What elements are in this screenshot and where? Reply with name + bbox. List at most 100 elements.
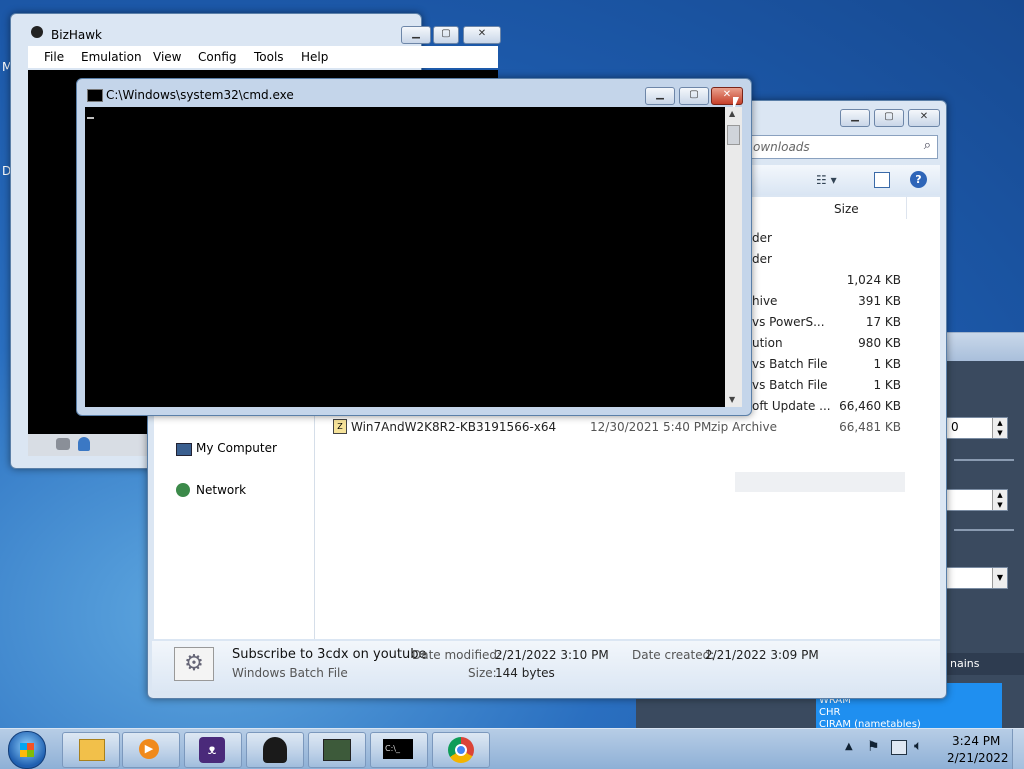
close-button[interactable]: ✕ — [908, 109, 940, 127]
taskbar-app-avatar[interactable] — [246, 732, 304, 768]
nav-my-computer[interactable]: My Computer — [196, 441, 277, 455]
windows-logo-icon — [20, 743, 34, 757]
file-size: 391 KB — [858, 294, 901, 308]
window-title: C:\Windows\system32\cmd.exe — [106, 88, 294, 102]
spin-up-down-icon[interactable]: ▲ ▼ — [992, 418, 1007, 438]
slider-track[interactable] — [954, 529, 1014, 531]
details-modified-value: 2/21/2022 3:10 PM — [495, 648, 609, 662]
controller-icon[interactable] — [56, 438, 70, 450]
file-size: 1 KB — [873, 357, 901, 371]
menu-help[interactable]: Help — [301, 50, 328, 64]
clock-date[interactable]: 2/21/2022 — [947, 751, 1009, 765]
file-size: 66,460 KB — [839, 399, 901, 413]
number-field-value: 0 — [951, 420, 959, 434]
minimize-button[interactable]: ▁ — [645, 87, 675, 105]
taskbar-app-purple[interactable]: ᴥ — [184, 732, 242, 768]
spin-up-down-icon[interactable]: ▲ ▼ — [992, 490, 1007, 510]
scroll-thumb[interactable] — [727, 125, 740, 145]
folder-icon — [79, 739, 105, 761]
preview-pane-icon[interactable] — [874, 172, 890, 188]
menu-emulation[interactable]: Emulation — [81, 50, 142, 64]
slider-track[interactable] — [954, 459, 1014, 461]
table-row[interactable]: Z Win7AndW2K8R2-KB3191566-x64 12/30/2021… — [329, 417, 909, 437]
action-center-flag-icon[interactable]: ⚑ — [867, 739, 880, 755]
file-size: 17 KB — [865, 315, 901, 329]
taskbar-bizhawk[interactable] — [308, 732, 366, 768]
domain-tab-label: nains — [950, 657, 980, 670]
window-title: BizHawk — [51, 28, 103, 42]
taskbar-cmd[interactable]: C:\_ — [370, 732, 428, 768]
details-size-label: Size: — [468, 666, 497, 680]
cmd-window: C:\Windows\system32\cmd.exe ▁ ▢ ✕ ▲ ▼ — [76, 78, 752, 416]
clock-time[interactable]: 3:24 PM — [952, 734, 1000, 748]
maximize-button[interactable]: ▢ — [874, 109, 904, 127]
taskbar-explorer[interactable] — [62, 732, 120, 768]
file-type: ution — [752, 336, 783, 350]
taskbar-chrome[interactable] — [432, 732, 490, 768]
column-header-size[interactable]: Size — [834, 202, 859, 216]
network-tray-icon[interactable] — [891, 740, 907, 755]
nav-network[interactable]: Network — [196, 483, 246, 497]
details-size-value: 144 bytes — [495, 666, 555, 680]
minimize-button[interactable]: ▁ — [401, 26, 431, 44]
file-size: 66,481 KB — [839, 420, 901, 434]
search-box[interactable]: ownloads ⌕ — [744, 135, 938, 159]
details-created-value: 2/21/2022 3:09 PM — [705, 648, 819, 662]
menu-file[interactable]: File — [44, 50, 64, 64]
file-type: zip Archive — [711, 420, 777, 434]
bizhawk-app-icon — [31, 26, 43, 38]
file-size: 980 KB — [858, 336, 901, 350]
console-output[interactable] — [85, 107, 725, 407]
close-button[interactable]: ✕ — [463, 26, 501, 44]
details-pane: ⚙ Subscribe to 3cdx on youtube Windows B… — [152, 641, 940, 691]
number-field[interactable]: ▲ ▼ — [946, 489, 1008, 511]
menu-tools[interactable]: Tools — [254, 50, 284, 64]
file-size: 1 KB — [873, 378, 901, 392]
scroll-up-icon[interactable]: ▲ — [729, 109, 735, 118]
minimize-button[interactable]: ▁ — [840, 109, 870, 127]
chrome-icon — [448, 737, 474, 763]
vertical-scrollbar[interactable]: ▲ ▼ — [725, 107, 742, 407]
details-created-label: Date created: — [632, 648, 715, 662]
view-options-icon[interactable]: ☷ ▾ — [816, 173, 837, 187]
file-type: hive — [752, 294, 778, 308]
file-type: der — [752, 231, 772, 245]
volume-icon[interactable]: 🔈︎ — [914, 738, 922, 754]
menu-view[interactable]: View — [153, 50, 181, 64]
number-field[interactable]: 0 ▲ ▼ — [946, 417, 1008, 439]
dropdown[interactable]: ▼ — [946, 567, 1008, 589]
file-type: vs PowerS... — [752, 315, 825, 329]
computer-icon — [176, 443, 192, 456]
maximize-button[interactable]: ▢ — [433, 26, 459, 44]
menu-bar: File Emulation View Config Tools Help — [28, 46, 498, 68]
domain-tab[interactable]: nains — [946, 653, 1024, 675]
taskbar: ▶ ᴥ C:\_ ▲ ⚑ 🔈︎ 3:24 PM 2/21/2022 — [0, 728, 1024, 769]
details-file-kind: Windows Batch File — [232, 666, 348, 680]
maximize-button[interactable]: ▢ — [679, 87, 709, 105]
user-icon[interactable] — [78, 437, 90, 451]
list-item[interactable]: CHR — [819, 707, 840, 718]
network-icon — [176, 483, 190, 497]
details-file-name: Subscribe to 3cdx on youtube — [232, 647, 427, 662]
play-icon: ▶ — [139, 739, 159, 759]
column-divider — [906, 197, 907, 219]
monitor-icon — [323, 739, 351, 761]
search-input[interactable]: ownloads — [753, 140, 810, 154]
hacker-avatar-icon — [263, 737, 287, 763]
taskbar-media-player[interactable]: ▶ — [122, 732, 180, 768]
cat-face-icon: ᴥ — [199, 737, 225, 763]
details-modified-label: Date modified: — [412, 648, 502, 662]
chevron-down-icon[interactable]: ▼ — [992, 568, 1007, 588]
selected-row-highlight — [735, 472, 905, 492]
start-button[interactable] — [8, 731, 46, 769]
menu-config[interactable]: Config — [198, 50, 237, 64]
scroll-down-icon[interactable]: ▼ — [729, 395, 735, 404]
file-date: 12/30/2021 5:40 PM — [590, 420, 712, 434]
file-size: 1,024 KB — [846, 273, 901, 287]
show-hidden-icons[interactable]: ▲ — [845, 741, 853, 752]
file-name: Win7AndW2K8R2-KB3191566-x64 — [351, 420, 557, 434]
search-icon[interactable]: ⌕ — [924, 138, 931, 153]
help-icon[interactable]: ? — [910, 171, 927, 188]
show-desktop-button[interactable] — [1012, 729, 1024, 769]
text-cursor — [87, 117, 94, 119]
